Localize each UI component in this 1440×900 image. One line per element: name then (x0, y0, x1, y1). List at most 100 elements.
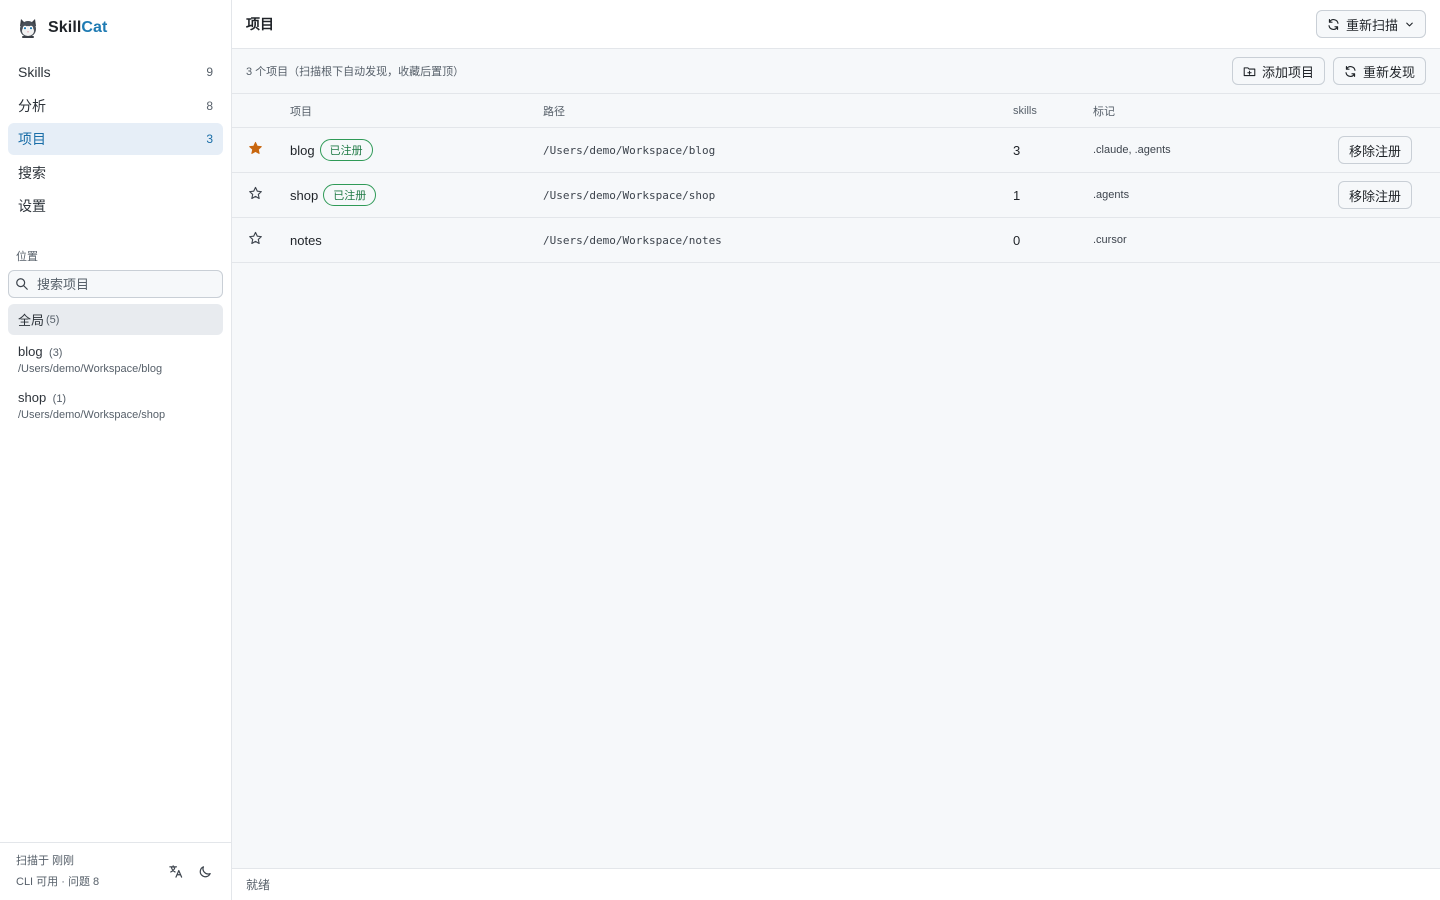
star-cell (232, 186, 290, 204)
location-item-shop[interactable]: shop (1) /Users/demo/Workspace/shop (8, 383, 223, 427)
project-skills-count: 1 (1013, 187, 1021, 203)
registered-badge: 已注册 (319, 139, 373, 161)
page-title: 项目 (246, 16, 274, 32)
location-name: 全局 (18, 313, 45, 329)
toolbar-actions: 添加项目 重新发现 (1231, 57, 1426, 85)
column-header-marks: 标记 (1093, 105, 1115, 118)
favorite-toggle[interactable] (248, 231, 263, 249)
brand-name: SkillCat (48, 19, 108, 37)
project-summary: 3 个项目（扫描根下自动发现，收藏后置顶） (246, 66, 465, 78)
project-name: notes (290, 232, 322, 248)
brand-name-part2: Cat (81, 19, 108, 36)
project-marks: .agents (1093, 189, 1130, 201)
project-path: /Users/demo/Workspace/notes (543, 233, 722, 247)
refresh-icon (1328, 18, 1339, 30)
nav-item-analysis[interactable]: 分析 8 (8, 90, 223, 122)
status-text: 就绪 (246, 878, 271, 892)
action-cell: 移除注册 (1293, 136, 1440, 164)
locations-section-label: 位置 (16, 251, 38, 264)
table-row[interactable]: notes /Users/demo/Workspace/notes 0 .cur… (232, 218, 1440, 263)
translate-icon (168, 865, 182, 878)
chevron-down-icon (1406, 22, 1413, 26)
unregister-button[interactable]: 移除注册 (1337, 181, 1412, 209)
add-project-button[interactable]: 添加项目 (1231, 57, 1325, 85)
project-marks: .claude, .agents (1093, 144, 1171, 156)
scan-status: 扫描于 刚刚 CLI 可用 · 问题 8 (16, 851, 99, 893)
main-content: 项目 重新扫描 3 个项目（扫描根下自动发现，收藏后置顶） 添加项目 重新发现 … (232, 0, 1440, 900)
nav-item-projects[interactable]: 项目 3 (8, 123, 223, 156)
project-name-cell: shop 已注册 (290, 184, 543, 206)
sidebar: SkillCat Skills 9 分析 8 项目 3 搜索 设置 位置 搜索项… (0, 0, 232, 900)
favorite-toggle[interactable] (248, 186, 263, 204)
project-path: /Users/demo/Workspace/shop (543, 188, 716, 202)
table-row[interactable]: shop 已注册 /Users/demo/Workspace/shop 1 .a… (232, 173, 1440, 218)
project-name: blog (290, 142, 315, 158)
scan-time: 扫描于 刚刚 (16, 854, 75, 867)
brand[interactable]: SkillCat (0, 0, 231, 56)
favorite-toggle[interactable] (248, 141, 263, 159)
project-skills-count: 0 (1013, 232, 1021, 248)
footer-icons (165, 862, 215, 882)
table-row[interactable]: blog 已注册 /Users/demo/Workspace/blog 3 .c… (232, 128, 1440, 173)
star-filled-icon (249, 141, 262, 154)
main-nav: Skills 9 分析 8 项目 3 搜索 设置 (0, 56, 231, 222)
nav-item-label: 设置 (18, 198, 46, 215)
column-header-skills: skills (1013, 104, 1037, 117)
project-name-cell: blog 已注册 (290, 139, 543, 161)
location-path: /Users/demo/Workspace/blog (18, 363, 163, 376)
star-outline-icon (249, 231, 262, 245)
sidebar-footer: 扫描于 刚刚 CLI 可用 · 问题 8 (0, 842, 231, 900)
nav-item-label: 分析 (18, 97, 46, 114)
nav-item-skills[interactable]: Skills 9 (8, 56, 223, 88)
project-name: shop (290, 187, 319, 203)
location-item-blog[interactable]: blog (3) /Users/demo/Workspace/blog (8, 337, 223, 381)
location-list: 全局 (5) blog (3) /Users/demo/Workspace/bl… (0, 304, 231, 427)
project-search-input[interactable] (37, 276, 207, 292)
column-header-path: 路径 (543, 105, 565, 118)
project-search-box[interactable] (8, 270, 223, 299)
toolbar: 3 个项目（扫描根下自动发现，收藏后置顶） 添加项目 重新发现 (232, 49, 1440, 94)
location-count: (1) (52, 393, 67, 406)
project-marks: .cursor (1093, 234, 1127, 246)
location-name: shop (18, 390, 47, 406)
star-outline-icon (249, 186, 262, 200)
nav-item-label: 项目 (18, 131, 46, 148)
nav-item-count: 9 (206, 65, 213, 79)
translate-button[interactable] (165, 862, 185, 882)
header: 项目 重新扫描 (232, 0, 1440, 49)
status-bar: 就绪 (232, 868, 1440, 900)
cat-logo-icon (20, 19, 36, 38)
unregister-button[interactable]: 移除注册 (1337, 136, 1412, 164)
registered-badge: 已注册 (323, 184, 377, 206)
action-cell: 移除注册 (1293, 181, 1440, 209)
refresh-icon (1345, 65, 1356, 77)
project-path: /Users/demo/Workspace/blog (543, 143, 716, 157)
rescan-button[interactable]: 重新扫描 (1315, 10, 1426, 38)
location-count: (3) (49, 347, 63, 360)
project-table: 项目 路径 skills 标记 blog 已注册 /Users/demo/Wor… (232, 94, 1440, 263)
search-icon (16, 278, 28, 291)
location-item-global[interactable]: 全局 (5) (8, 304, 223, 336)
location-count: (5) (46, 313, 60, 326)
rediscover-button[interactable]: 重新发现 (1332, 57, 1426, 85)
add-project-label: 添加项目 (1261, 64, 1314, 80)
nav-item-count: 3 (206, 132, 213, 147)
nav-item-count: 8 (206, 98, 213, 113)
cli-status: CLI 可用 · 问题 8 (16, 875, 100, 888)
nav-item-label: Skills (18, 64, 51, 80)
brand-name-part1: Skill (48, 19, 82, 36)
nav-item-settings[interactable]: 设置 (8, 190, 223, 222)
table-header: 项目 路径 skills 标记 (232, 94, 1440, 128)
rediscover-label: 重新发现 (1362, 64, 1415, 80)
project-skills-count: 3 (1013, 142, 1021, 158)
star-cell (232, 231, 290, 249)
nav-item-search[interactable]: 搜索 (8, 157, 223, 189)
theme-toggle-button[interactable] (195, 862, 215, 882)
column-header-project: 项目 (290, 105, 312, 118)
folder-plus-icon (1243, 66, 1256, 76)
moon-icon (199, 866, 211, 878)
star-cell (232, 141, 290, 159)
project-name-cell: notes (290, 233, 543, 248)
location-name: blog (18, 344, 43, 360)
nav-item-label: 搜索 (18, 164, 46, 181)
